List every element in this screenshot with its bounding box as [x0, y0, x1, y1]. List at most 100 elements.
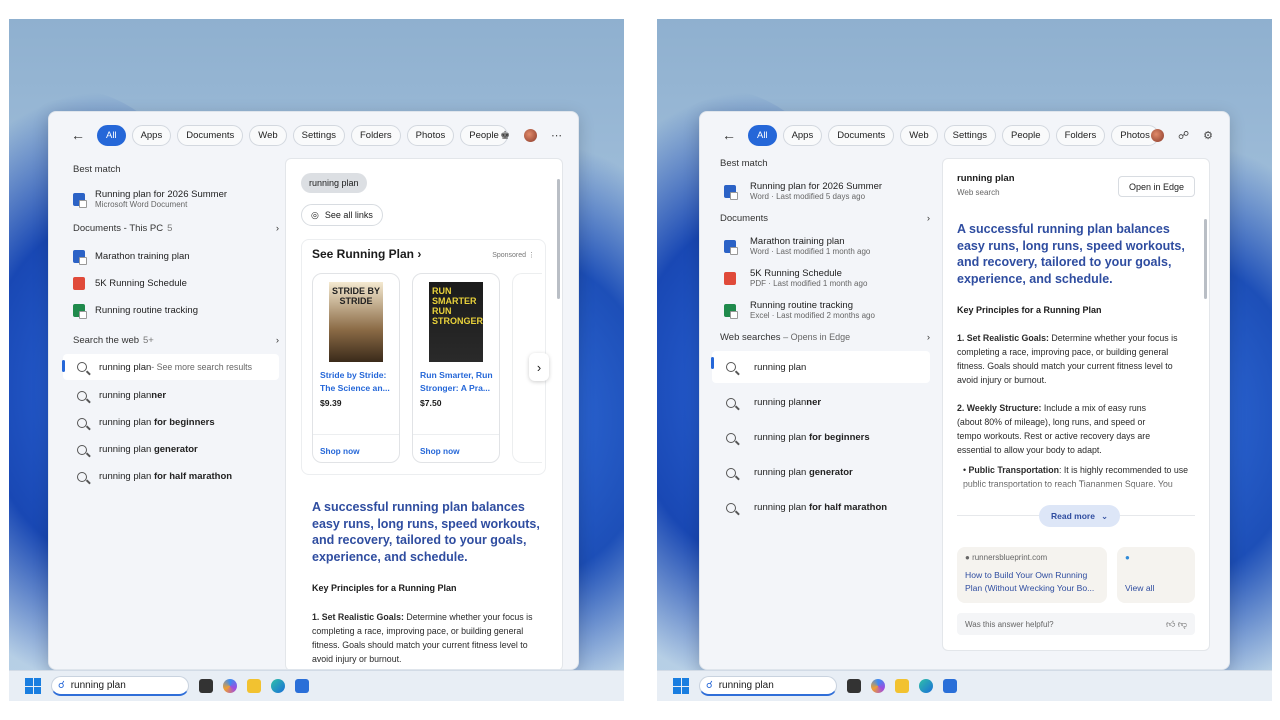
- product-price: $9.39: [320, 398, 342, 408]
- product-title[interactable]: Stride by Stride: The Science an...: [320, 369, 396, 395]
- filter-apps[interactable]: Apps: [782, 124, 823, 146]
- copilot-icon: ●: [1125, 553, 1130, 562]
- best-match-item[interactable]: Running plan for 2026 Summer Word · Last…: [724, 181, 930, 201]
- see-all-links-button[interactable]: ◎ See all links: [301, 204, 383, 226]
- start-icon[interactable]: [673, 678, 689, 694]
- documents-heading[interactable]: Documents ›: [720, 213, 930, 224]
- filter-all[interactable]: All: [748, 124, 777, 146]
- document-item[interactable]: 5K Running Schedule: [73, 277, 279, 290]
- document-item[interactable]: 5K Running Schedule PDF · Last modified 1…: [724, 268, 930, 288]
- search-web-heading[interactable]: Search the web 5+ ›: [73, 335, 279, 346]
- open-in-edge-button[interactable]: Open in Edge: [1117, 176, 1195, 197]
- filter-people[interactable]: People: [1001, 124, 1050, 146]
- view-all-card[interactable]: ● View all: [1117, 547, 1195, 603]
- shop-now-link[interactable]: Shop now: [320, 446, 360, 456]
- filter-documents[interactable]: Documents: [177, 124, 244, 146]
- web-search-item[interactable]: running plan - See more search results: [62, 354, 279, 380]
- preview-pane: running plan Web search Open in Edge A s…: [942, 158, 1210, 651]
- chevron-right-icon[interactable]: ›: [529, 353, 549, 381]
- link-icon[interactable]: ☍: [1178, 129, 1189, 142]
- web-search-item[interactable]: running plan generator: [712, 467, 930, 478]
- filter-all[interactable]: All: [97, 124, 126, 146]
- taskbar-search-input[interactable]: ☌ running plan: [699, 676, 837, 696]
- avatar[interactable]: [1150, 128, 1164, 142]
- shopping-title[interactable]: See Running Plan ›: [312, 247, 421, 261]
- web-search-item[interactable]: running plan for beginners: [712, 432, 930, 443]
- product-card[interactable]: RUN SMARTER RUN STRONGER Run Smarter, Ru…: [412, 273, 500, 463]
- document-item[interactable]: Running routine tracking Excel · Last mod…: [724, 300, 930, 320]
- shop-now-link[interactable]: Shop now: [420, 446, 460, 456]
- filter-web[interactable]: Web: [249, 124, 287, 146]
- product-title[interactable]: Run Smarter, Run Stronger: A Pra...: [420, 369, 496, 395]
- filter-photos[interactable]: Photos: [406, 124, 455, 146]
- search-value: running plan: [718, 680, 774, 691]
- excel-file-icon: [73, 304, 87, 319]
- start-icon[interactable]: [25, 678, 41, 694]
- copilot-icon[interactable]: [871, 679, 885, 693]
- gear-icon[interactable]: ⚙: [1203, 129, 1213, 142]
- read-more-button[interactable]: Read more ⌄: [1039, 505, 1121, 527]
- document-item[interactable]: Marathon training plan: [73, 250, 279, 265]
- avatar[interactable]: [524, 128, 537, 142]
- document-name: Running routine tracking: [95, 305, 198, 316]
- more-options-icon[interactable]: ⋯: [551, 129, 562, 142]
- filter-settings[interactable]: Settings: [943, 124, 996, 146]
- filter-folders[interactable]: Folders: [1055, 124, 1106, 146]
- store-icon[interactable]: [295, 679, 309, 693]
- task-view-icon[interactable]: [199, 679, 213, 693]
- chevron-right-icon: ›: [275, 335, 279, 346]
- query-text: running plan: [754, 432, 809, 443]
- edge-icon[interactable]: [919, 679, 933, 693]
- search-icon: [726, 362, 736, 372]
- filter-web[interactable]: Web: [900, 124, 938, 146]
- edge-icon[interactable]: [271, 679, 285, 693]
- view-all-link[interactable]: View all: [1125, 583, 1154, 593]
- taskbar: ☌ running plan: [9, 670, 624, 701]
- web-search-item[interactable]: running plan generator: [63, 444, 279, 455]
- document-item[interactable]: Running routine tracking: [73, 304, 279, 319]
- filter-folders[interactable]: Folders: [350, 124, 401, 146]
- chevron-right-icon: ›: [926, 332, 930, 343]
- thumbs-down-icon[interactable]: 👎︎: [1178, 619, 1187, 629]
- taskbar: ☌ running plan: [657, 670, 1272, 701]
- document-item[interactable]: Marathon training plan Word · Last modifi…: [724, 236, 930, 256]
- file-explorer-icon[interactable]: [895, 679, 909, 693]
- trophy-icon[interactable]: ♚: [500, 129, 510, 142]
- web-search-item[interactable]: running plan: [711, 351, 930, 383]
- web-search-item[interactable]: running plan for half marathon: [712, 502, 930, 513]
- task-view-icon[interactable]: [847, 679, 861, 693]
- word-file-icon: [73, 250, 87, 265]
- web-search-item[interactable]: running plan ner: [63, 390, 279, 401]
- search-icon: [77, 444, 87, 455]
- taskbar-search-input[interactable]: ☌ running plan: [51, 676, 189, 696]
- document-name: 5K Running Schedule: [750, 268, 842, 279]
- web-searches-heading[interactable]: Web searches – Opens in Edge ›: [720, 332, 930, 343]
- web-search-item[interactable]: running plan for beginners: [63, 417, 279, 428]
- sponsored-label: Sponsored ⋮: [492, 252, 535, 259]
- filter-documents[interactable]: Documents: [828, 124, 895, 146]
- filter-settings[interactable]: Settings: [292, 124, 345, 146]
- principles-heading: Key Principles for a Running Plan: [312, 583, 457, 593]
- best-match-item[interactable]: Running plan for 2026 Summer Microsoft W…: [73, 189, 279, 209]
- shopping-card: See Running Plan › Sponsored ⋮ STRIDE BY…: [301, 239, 549, 475]
- back-arrow-icon[interactable]: ←: [71, 127, 91, 143]
- copilot-icon[interactable]: [223, 679, 237, 693]
- web-search-item[interactable]: running plan ner: [712, 397, 930, 408]
- query-text: running plan: [99, 417, 154, 428]
- product-card[interactable]: STRIDE BY STRIDE Stride by Stride: The S…: [312, 273, 400, 463]
- source-card[interactable]: ● runnersblueprint.com How to Build Your…: [957, 547, 1107, 603]
- web-search-item[interactable]: running plan for half marathon: [63, 471, 279, 482]
- source-title[interactable]: How to Build Your Own Running Plan (With…: [965, 569, 1103, 595]
- scrollbar[interactable]: [1204, 219, 1207, 299]
- search-icon: [77, 362, 87, 372]
- thumbs-up-icon[interactable]: 👍︎: [1166, 619, 1175, 629]
- query-completion: ner: [151, 390, 167, 401]
- file-explorer-icon[interactable]: [247, 679, 261, 693]
- filter-apps[interactable]: Apps: [131, 124, 172, 146]
- documents-heading[interactable]: Documents - This PC 5 ›: [73, 223, 279, 234]
- book-cover-image: STRIDE BY STRIDE: [329, 282, 383, 362]
- scrollbar[interactable]: [557, 179, 560, 299]
- store-icon[interactable]: [943, 679, 957, 693]
- query-chip[interactable]: running plan: [301, 173, 367, 193]
- back-arrow-icon[interactable]: ←: [722, 127, 742, 143]
